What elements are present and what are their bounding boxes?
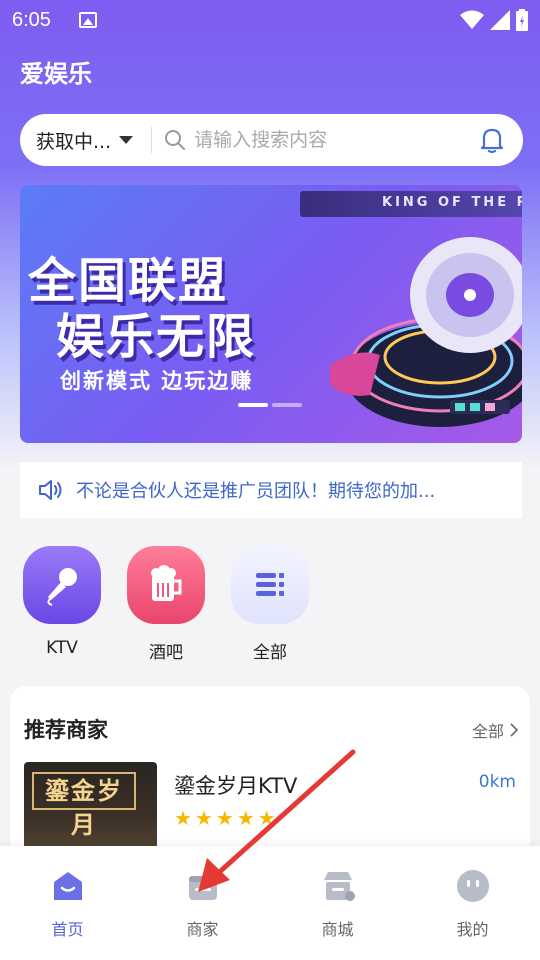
star-icon: ★ [194,806,213,830]
status-bar: 6:05 [0,0,540,40]
search-bar: 获取中... [20,114,523,166]
merchant-name[interactable]: 鎏金岁月KTV [174,770,297,800]
bottom-tab-bar: 首页 商家 商城 我的 [0,846,540,960]
notice-text: 不论是合伙人还是推广员团队！期待您的加... [76,481,436,502]
app-title: 爱娱乐 [20,60,92,88]
category-bar[interactable]: 酒吧 [126,546,206,663]
signal-icon [490,10,510,30]
section-title: 推荐商家 [24,718,108,742]
profile-icon [456,870,489,902]
chevron-right-icon [510,723,518,737]
category-label: 酒吧 [149,643,183,663]
banner-pagination [238,403,302,407]
merchant-distance: 0km [478,772,516,792]
tab-profile[interactable]: 我的 [405,846,540,960]
tab-merchants[interactable]: 商家 [135,846,270,960]
bell-icon[interactable] [479,126,505,154]
mall-icon [323,872,355,901]
tab-label: 商城 [321,920,354,939]
city-selector[interactable]: 获取中... [36,127,134,154]
home-icon [53,872,82,900]
list-icon [231,546,309,624]
status-time: 6:05 [12,8,51,31]
category-ktv[interactable]: KTV [22,546,102,663]
banner-top-strip: KING OF THE PE [300,191,522,217]
view-all-label: 全部 [471,722,504,741]
banner-dot-active [238,403,268,407]
search-input[interactable] [194,129,479,151]
star-icon: ★ [257,806,276,830]
banner-subtitle: 创新模式 边玩边赚 [60,369,254,393]
merchant-sign: 鎏金岁月 [32,772,136,839]
battery-icon [516,9,528,31]
wifi-icon [460,10,484,29]
category-all[interactable]: 全部 [230,546,310,663]
category-row: KTV 酒吧 全部 [22,546,310,663]
star-icon: ★ [174,806,192,830]
tab-home[interactable]: 首页 [0,846,135,960]
merchant-icon [188,876,217,900]
tab-label: 我的 [456,920,489,939]
status-indicators [460,9,528,31]
category-label: 全部 [253,643,287,663]
speaker-icon [39,480,62,500]
tab-label: 首页 [51,920,84,939]
microphone-icon [23,546,101,624]
view-all-link[interactable]: 全部 [472,718,518,742]
star-icon: ★ [236,806,255,830]
promo-banner[interactable]: KING OF THE PE 全国联盟 娱乐无限 创新模式 边玩边赚 [20,185,522,443]
caret-down-icon [119,136,134,144]
tab-label: 商家 [186,920,219,939]
banner-dot [272,403,302,407]
category-label: KTV [46,638,78,658]
beer-icon [127,546,205,624]
notice-bar[interactable]: 不论是合伙人还是推广员团队！期待您的加... [20,462,522,518]
search-icon [165,130,186,150]
search-divider [151,127,153,153]
banner-headline-2: 娱乐无限 [56,309,257,365]
merchant-rating: ★ ★ ★ ★ ★ [174,806,276,830]
image-notification-icon [78,12,97,28]
tab-mall[interactable]: 商城 [270,846,405,960]
star-icon: ★ [215,806,234,830]
city-label: 获取中... [36,130,112,153]
vinyl-record-illustration [330,237,522,427]
